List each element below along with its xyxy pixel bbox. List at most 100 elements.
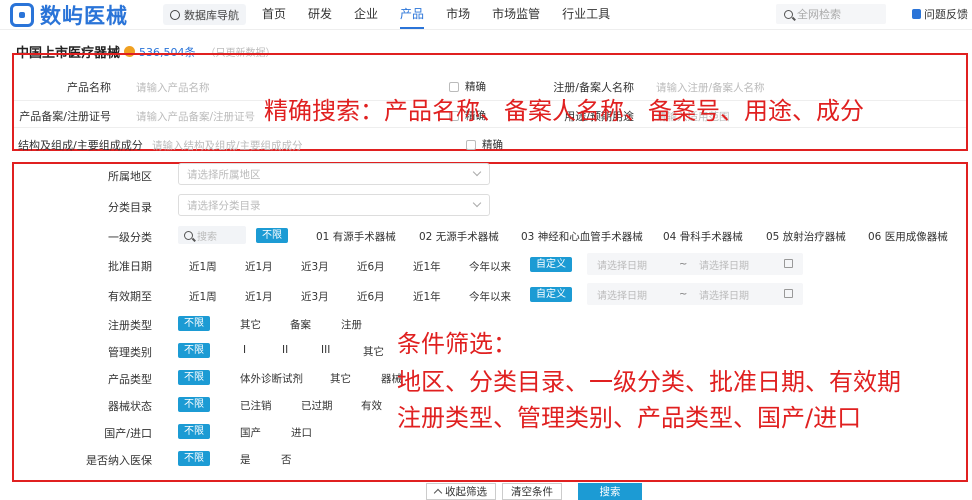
- search-icon: [184, 230, 193, 240]
- clear-conditions-button[interactable]: 清空条件: [502, 483, 562, 500]
- product-type-label: 产品类型: [108, 373, 152, 386]
- date-option[interactable]: 今年以来: [469, 289, 511, 304]
- chevron-down-icon: [472, 167, 482, 177]
- mgmt-option[interactable]: 其它: [363, 344, 384, 359]
- date-option[interactable]: 近3月: [301, 259, 329, 274]
- custom-date-button[interactable]: 自定义: [530, 287, 572, 302]
- date-option[interactable]: 近1月: [245, 259, 273, 274]
- search-button[interactable]: 搜索: [578, 483, 642, 500]
- level1-search-placeholder: 搜索: [197, 231, 217, 243]
- search-icon: [784, 9, 793, 19]
- insurance-label: 是否纳入医保: [86, 454, 152, 467]
- origin-label: 国产/进口: [104, 427, 152, 440]
- checkbox-icon: [466, 139, 476, 150]
- composition-input[interactable]: 请输入结构及组成/主要组成成分: [152, 138, 303, 153]
- feedback-link[interactable]: 问题反馈: [912, 6, 968, 22]
- calendar-icon: [784, 259, 793, 268]
- mgmt-option[interactable]: III: [321, 344, 330, 356]
- date-separator: ~: [679, 288, 688, 300]
- date-option[interactable]: 近1周: [189, 259, 217, 274]
- date-option[interactable]: 今年以来: [469, 259, 511, 274]
- exact-label: 精确: [482, 139, 503, 151]
- logo[interactable]: 数屿医械: [10, 2, 128, 28]
- date-start-input[interactable]: 请选择日期: [597, 257, 647, 272]
- nav-home[interactable]: 首页: [262, 0, 286, 28]
- nav-product[interactable]: 产品: [400, 0, 425, 29]
- filter-annotation-line-1: 地区、分类目录、一级分类、批准日期、有效期: [397, 368, 901, 396]
- region-select-placeholder: 请选择所属地区: [187, 168, 261, 181]
- feedback-label: 问题反馈: [924, 8, 968, 21]
- custom-date-button[interactable]: 自定义: [530, 257, 572, 272]
- nav-market-regulation[interactable]: 市场监管: [492, 0, 540, 28]
- origin-option-any[interactable]: 不限: [178, 424, 210, 439]
- region-select[interactable]: 请选择所属地区: [178, 163, 490, 185]
- level1-option[interactable]: 05 放射治疗器械: [766, 229, 846, 244]
- top-header: 数屿医械 数据库导航 首页 研发 企业 产品 市场 市场监管 行业工具 全网检索…: [0, 0, 972, 30]
- reg-type-option-any[interactable]: 不限: [178, 316, 210, 331]
- origin-option[interactable]: 进口: [291, 425, 312, 440]
- nav-industry-tools[interactable]: 行业工具: [562, 0, 610, 28]
- level1-option[interactable]: 04 骨科手术器械: [663, 229, 743, 244]
- mgmt-class-label: 管理类别: [108, 346, 152, 359]
- catalog-select[interactable]: 请选择分类目录: [178, 194, 490, 216]
- region-label: 所属地区: [108, 170, 152, 183]
- product-type-option-any[interactable]: 不限: [178, 370, 210, 385]
- filter-annotation-title: 条件筛选：: [397, 330, 517, 358]
- level1-option[interactable]: 03 神经和心血管手术器械: [521, 229, 643, 244]
- feedback-icon: [912, 9, 921, 19]
- record-number-label: 产品备案/注册证号: [19, 110, 111, 123]
- level1-option[interactable]: 02 无源手术器械: [419, 229, 499, 244]
- product-type-option[interactable]: 体外诊断试剂: [240, 371, 303, 386]
- date-option[interactable]: 近6月: [357, 259, 385, 274]
- exact-checkbox-3[interactable]: 精确: [466, 137, 503, 152]
- insurance-option-any[interactable]: 不限: [178, 451, 210, 466]
- status-option[interactable]: 有效: [361, 398, 382, 413]
- record-number-input[interactable]: 请输入产品备案/注册证号: [136, 109, 255, 124]
- nav-market[interactable]: 市场: [446, 0, 470, 28]
- catalog-select-placeholder: 请选择分类目录: [187, 199, 261, 212]
- database-nav-label: 数据库导航: [184, 8, 239, 22]
- collapse-label: 收起筛选: [445, 486, 487, 498]
- date-start-input[interactable]: 请选择日期: [597, 287, 647, 302]
- date-option[interactable]: 近1周: [189, 289, 217, 304]
- compass-icon: [170, 9, 180, 20]
- date-option[interactable]: 近1月: [245, 289, 273, 304]
- reg-type-option[interactable]: 其它: [240, 317, 261, 332]
- level1-option[interactable]: 06 医用成像器械: [868, 229, 948, 244]
- reg-type-option[interactable]: 注册: [341, 317, 362, 332]
- product-type-option[interactable]: 其它: [330, 371, 351, 386]
- global-search-placeholder: 全网检索: [797, 8, 841, 21]
- date-option[interactable]: 近1年: [413, 289, 441, 304]
- approve-date-range[interactable]: 请选择日期 ~ 请选择日期: [587, 253, 803, 275]
- status-option[interactable]: 已过期: [301, 398, 333, 413]
- date-end-input[interactable]: 请选择日期: [699, 257, 749, 272]
- date-option[interactable]: 近1年: [413, 259, 441, 274]
- insurance-option[interactable]: 否: [281, 452, 292, 467]
- date-end-input[interactable]: 请选择日期: [699, 287, 749, 302]
- composition-label: 结构及组成/主要组成成分: [18, 139, 143, 152]
- nav-company[interactable]: 企业: [354, 0, 378, 28]
- product-name-label: 产品名称: [67, 81, 111, 94]
- database-nav-button[interactable]: 数据库导航: [163, 4, 246, 25]
- valid-date-range[interactable]: 请选择日期 ~ 请选择日期: [587, 283, 803, 305]
- date-option[interactable]: 近3月: [301, 289, 329, 304]
- level1-option[interactable]: 01 有源手术器械: [316, 229, 396, 244]
- status-option[interactable]: 已注销: [240, 398, 272, 413]
- precise-search-annotation: 精确搜索：产品名称、备案人名称、备案号、用途、成分: [264, 97, 864, 125]
- level1-option-any[interactable]: 不限: [256, 228, 288, 243]
- mgmt-option[interactable]: I: [243, 344, 246, 356]
- date-option[interactable]: 近6月: [357, 289, 385, 304]
- mgmt-option-any[interactable]: 不限: [178, 343, 210, 358]
- product-name-input[interactable]: 请输入产品名称: [136, 80, 210, 95]
- origin-option[interactable]: 国产: [240, 425, 261, 440]
- calendar-icon: [784, 289, 793, 298]
- nav-rd[interactable]: 研发: [308, 0, 332, 28]
- divider: [14, 127, 966, 128]
- global-search-input[interactable]: 全网检索: [776, 4, 886, 24]
- mgmt-option[interactable]: II: [282, 344, 288, 356]
- insurance-option[interactable]: 是: [240, 452, 251, 467]
- status-option-any[interactable]: 不限: [178, 397, 210, 412]
- level1-search-input[interactable]: 搜索: [178, 226, 246, 244]
- collapse-filter-button[interactable]: 收起筛选: [426, 483, 496, 500]
- reg-type-option[interactable]: 备案: [290, 317, 311, 332]
